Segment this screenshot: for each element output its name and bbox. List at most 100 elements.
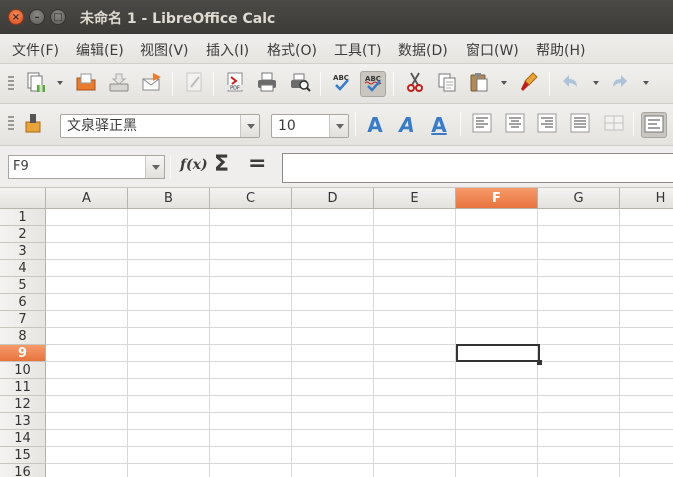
close-window-button[interactable]: × — [8, 9, 24, 25]
row-gridline — [46, 463, 673, 464]
row-header-12[interactable]: 12 — [0, 396, 46, 413]
font-size-dropdown[interactable] — [329, 115, 348, 137]
toolbar-grip[interactable] — [8, 116, 14, 132]
undo-icon[interactable] — [557, 71, 583, 97]
paste-dropdown-arrow[interactable] — [501, 81, 507, 85]
toolbar-grip[interactable] — [8, 76, 14, 92]
row-gridline — [46, 361, 673, 362]
styles-and-formatting-icon[interactable] — [20, 112, 46, 138]
name-box-dropdown[interactable] — [145, 156, 164, 178]
row-header-1[interactable]: 1 — [0, 209, 46, 226]
open-icon[interactable] — [73, 71, 99, 97]
row-gridline — [46, 259, 673, 260]
sum-icon[interactable]: Σ — [214, 152, 229, 177]
fill-handle[interactable] — [537, 360, 542, 365]
merge-cells-icon[interactable] — [601, 112, 627, 138]
spreadsheet-grid[interactable]: ABCDEFGH 1 2 3 4 5 6 7 8 9 10 11 12 13 14 15 16 — [0, 188, 673, 477]
send-icon[interactable] — [139, 71, 165, 97]
italic-icon[interactable]: A — [394, 112, 420, 138]
row-header-3[interactable]: 3 — [0, 243, 46, 260]
paste-icon[interactable] — [466, 71, 492, 97]
column-header-f[interactable]: F — [456, 188, 538, 209]
menu-insert[interactable]: 插入(I) — [206, 40, 249, 60]
select-all-corner[interactable] — [0, 188, 46, 209]
row-header-16[interactable]: 16 — [0, 464, 46, 477]
font-name-dropdown[interactable] — [240, 115, 259, 137]
equals-icon[interactable]: = — [248, 151, 266, 176]
minimize-window-button[interactable]: – — [29, 9, 45, 25]
copy-icon[interactable] — [434, 71, 460, 97]
menu-file[interactable]: 文件(F) — [12, 40, 59, 60]
row-header-2[interactable]: 2 — [0, 226, 46, 243]
column-gridline — [209, 209, 210, 477]
save-icon[interactable] — [106, 71, 132, 97]
column-header-g[interactable]: G — [538, 188, 620, 209]
menu-help[interactable]: 帮助(H) — [536, 40, 585, 60]
spellcheck-icon[interactable]: ABC — [328, 71, 354, 97]
column-gridline — [455, 209, 456, 477]
redo-icon[interactable] — [607, 71, 633, 97]
row-header-6[interactable]: 6 — [0, 294, 46, 311]
formula-input[interactable] — [282, 153, 673, 183]
redo-dropdown-arrow[interactable] — [643, 81, 649, 85]
menu-edit[interactable]: 编辑(E) — [76, 40, 124, 60]
menu-tools[interactable]: 工具(T) — [334, 40, 381, 60]
font-size-combo[interactable]: 10 — [271, 114, 349, 138]
row-gridline — [46, 429, 673, 430]
font-name-combo[interactable]: 文泉驿正黑 — [60, 114, 260, 138]
row-gridline — [46, 378, 673, 379]
row-header-13[interactable]: 13 — [0, 413, 46, 430]
column-header-h[interactable]: H — [620, 188, 673, 209]
edit-file-icon[interactable] — [181, 71, 207, 97]
function-wizard-icon[interactable]: f(x) — [180, 157, 208, 173]
clone-formatting-icon[interactable] — [517, 71, 543, 97]
row-header-4[interactable]: 4 — [0, 260, 46, 277]
print-preview-icon[interactable] — [287, 71, 313, 97]
menu-window[interactable]: 窗口(W) — [466, 40, 519, 60]
name-box[interactable]: F9 — [8, 155, 165, 179]
align-right-icon[interactable] — [534, 112, 560, 138]
column-header-d[interactable]: D — [292, 188, 374, 209]
column-header-a[interactable]: A — [46, 188, 128, 209]
wrap-text-icon[interactable] — [641, 112, 667, 138]
align-left-icon[interactable] — [469, 112, 495, 138]
row-header-7[interactable]: 7 — [0, 311, 46, 328]
toolbar-separator — [172, 72, 173, 96]
formula-bar: F9 f(x) Σ = — [0, 146, 673, 188]
maximize-window-button[interactable]: □ — [50, 9, 66, 25]
bold-icon[interactable]: A — [362, 112, 388, 138]
svg-text:PDF: PDF — [230, 86, 240, 92]
menu-bar: 文件(F) 编辑(E) 视图(V) 插入(I) 格式(O) 工具(T) 数据(D… — [0, 34, 673, 64]
row-header-8[interactable]: 8 — [0, 328, 46, 345]
undo-dropdown-arrow[interactable] — [593, 81, 599, 85]
toolbar-separator — [170, 155, 171, 179]
new-icon[interactable] — [22, 71, 48, 97]
autospellcheck-icon[interactable]: ABC — [360, 71, 386, 97]
column-header-c[interactable]: C — [210, 188, 292, 209]
row-header-10[interactable]: 10 — [0, 362, 46, 379]
row-header-9[interactable]: 9 — [0, 345, 46, 362]
export-pdf-icon[interactable]: PDF — [222, 71, 248, 97]
standard-toolbar: PDF ABC ABC — [0, 64, 673, 104]
justify-icon[interactable] — [567, 112, 593, 138]
underline-icon[interactable]: A — [426, 112, 452, 138]
row-header-11[interactable]: 11 — [0, 379, 46, 396]
toolbar-separator — [549, 72, 550, 96]
column-header-e[interactable]: E — [374, 188, 456, 209]
column-gridline — [291, 209, 292, 477]
cut-icon[interactable] — [402, 71, 428, 97]
toolbar-separator — [633, 112, 634, 136]
row-header-14[interactable]: 14 — [0, 430, 46, 447]
align-center-icon[interactable] — [502, 112, 528, 138]
new-dropdown-arrow[interactable] — [57, 81, 63, 85]
column-header-b[interactable]: B — [128, 188, 210, 209]
row-header-5[interactable]: 5 — [0, 277, 46, 294]
row-header-15[interactable]: 15 — [0, 447, 46, 464]
active-cell-cursor[interactable] — [456, 344, 540, 362]
menu-view[interactable]: 视图(V) — [140, 40, 189, 60]
print-icon[interactable] — [254, 71, 280, 97]
font-size-value: 10 — [278, 118, 296, 134]
title-bar[interactable]: × – □ 未命名 1 - LibreOffice Calc — [0, 0, 673, 34]
menu-format[interactable]: 格式(O) — [267, 40, 317, 60]
menu-data[interactable]: 数据(D) — [398, 40, 448, 60]
